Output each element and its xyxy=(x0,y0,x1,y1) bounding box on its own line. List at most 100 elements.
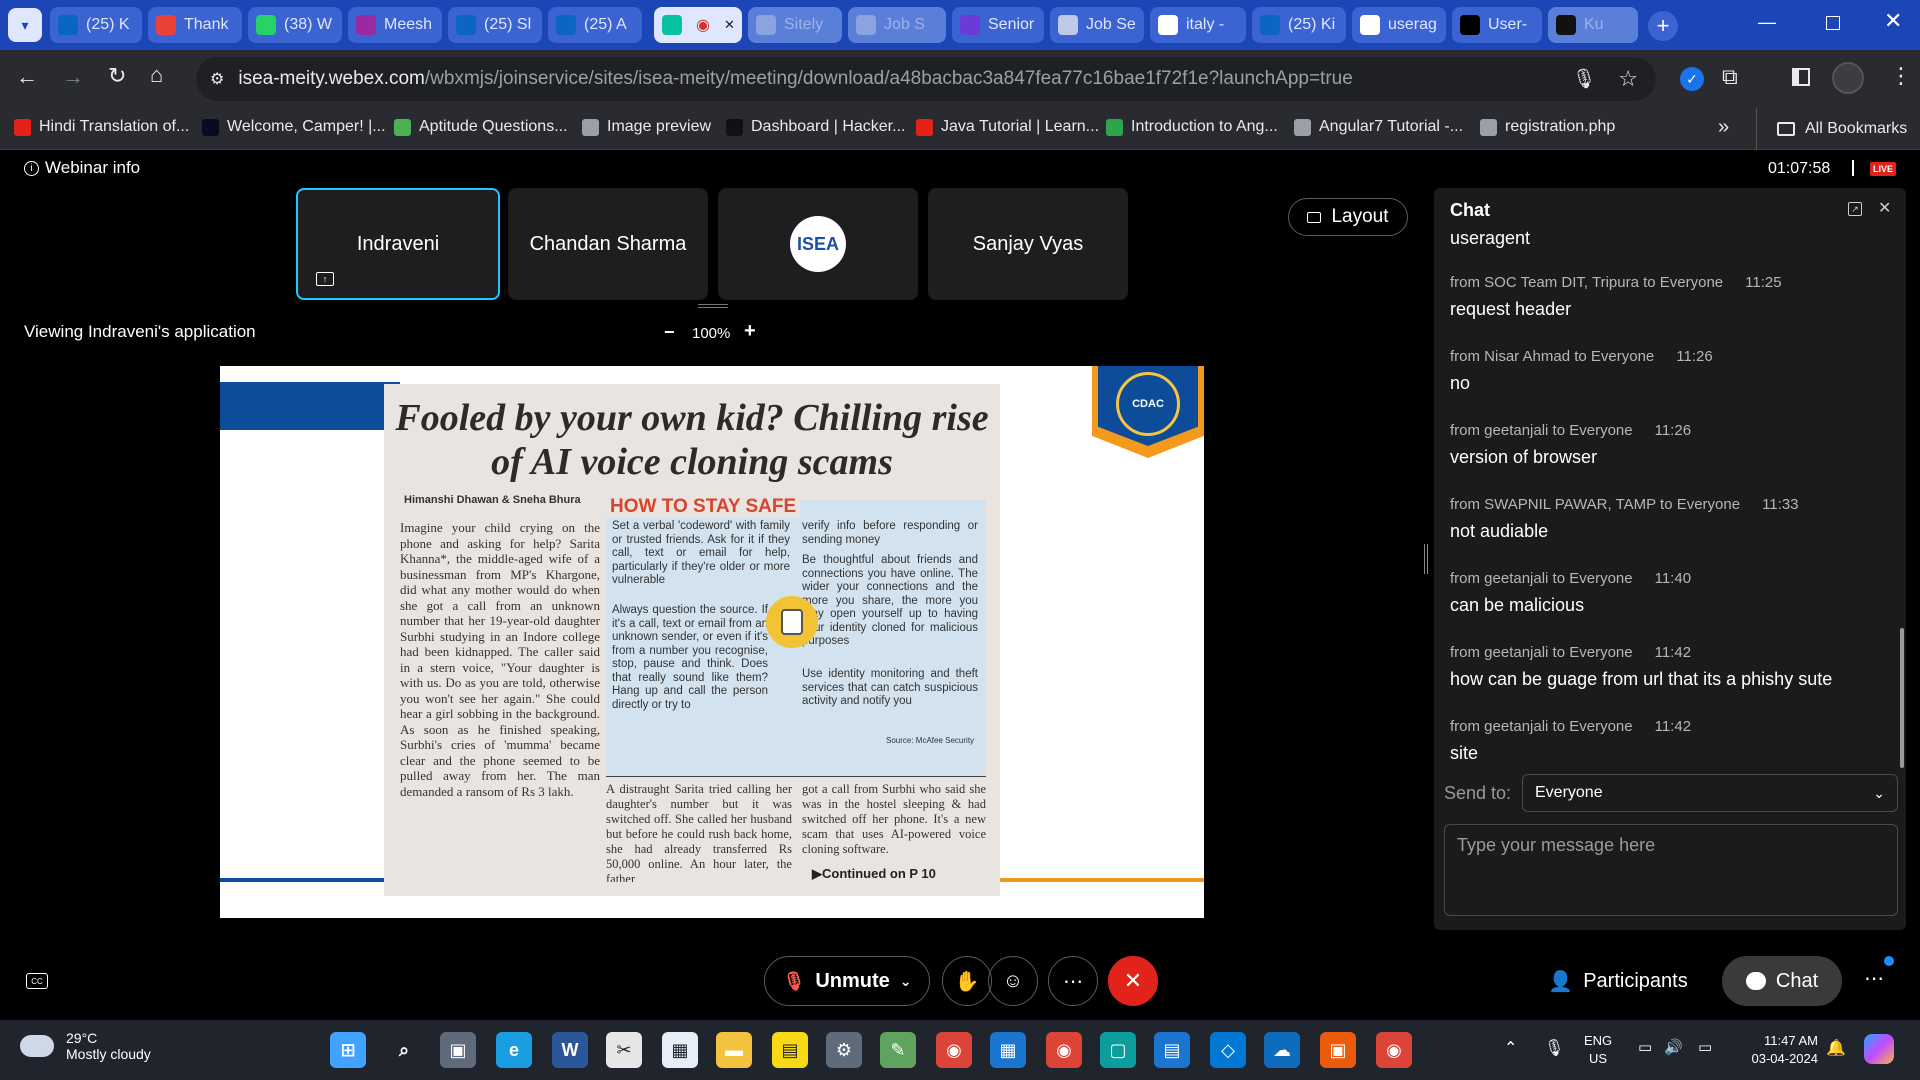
chrome-icon[interactable]: ◉ xyxy=(936,1032,972,1068)
all-bookmarks[interactable]: All Bookmarks xyxy=(1756,108,1907,150)
send-to-dropdown[interactable]: Everyone ⌄ xyxy=(1522,774,1898,812)
bookmarks-overflow-icon[interactable]: » xyxy=(1718,116,1729,139)
browser-tab[interactable]: Job Se xyxy=(1050,7,1144,43)
tray-overflow-icon[interactable]: ⌃ xyxy=(1504,1038,1517,1058)
snip-icon[interactable]: ▢ xyxy=(1100,1032,1136,1068)
start-icon[interactable]: ⊞ xyxy=(330,1032,366,1068)
browser-tab[interactable]: ◉ ✕ xyxy=(654,7,742,43)
clock[interactable]: 11:47 AM 03-04-2024 xyxy=(1740,1032,1819,1068)
browser-tab[interactable]: Sitely xyxy=(748,7,842,43)
captions-icon[interactable]: CC xyxy=(26,973,48,989)
browser-tab[interactable]: (25) Ki xyxy=(1252,7,1346,43)
file-explorer-icon[interactable]: ▬ xyxy=(716,1032,752,1068)
bookmark-item[interactable]: Angular7 Tutorial -... xyxy=(1294,118,1463,136)
extension-check-icon[interactable]: ✓ xyxy=(1680,67,1704,91)
bookmark-item[interactable]: Dashboard | Hacker... xyxy=(726,118,905,136)
browser-tab[interactable]: Ku xyxy=(1548,7,1638,43)
restore-button[interactable] xyxy=(1826,16,1840,30)
tab-search-button[interactable]: ▾ xyxy=(8,8,42,42)
unmute-button[interactable]: 🎙 Unmute ⌄ xyxy=(764,956,930,1006)
camera-icon[interactable]: ▣ xyxy=(440,1032,476,1068)
home-button[interactable]: ⌂ xyxy=(150,62,163,88)
volume-icon[interactable]: 🔊 xyxy=(1664,1038,1683,1056)
chat-message-input[interactable]: Type your message here xyxy=(1444,824,1898,916)
search-icon[interactable]: ⌕ xyxy=(386,1032,422,1068)
network-icon[interactable]: ▭ xyxy=(1638,1038,1652,1056)
store-icon[interactable]: ▦ xyxy=(662,1032,698,1068)
participant-tile-indraveni[interactable]: Indraveni ↑ xyxy=(296,188,500,300)
browser-tab[interactable]: (25) Sl xyxy=(448,7,542,43)
forward-button[interactable]: → xyxy=(62,64,84,90)
back-button[interactable]: ← xyxy=(16,64,38,90)
raise-hand-button[interactable]: ✋ xyxy=(942,956,992,1006)
participant-tile-chandan[interactable]: Chandan Sharma xyxy=(508,188,708,300)
browser-tab[interactable]: userag xyxy=(1352,7,1446,43)
new-tab-button[interactable]: + xyxy=(1648,11,1678,41)
close-chat-icon[interactable]: ✕ xyxy=(1878,198,1891,218)
browser-tab[interactable]: Meesh xyxy=(348,7,442,43)
minimize-button[interactable]: — xyxy=(1758,12,1776,33)
chrome-active-icon[interactable]: ◉ xyxy=(1376,1032,1412,1068)
snipping-tool-icon[interactable]: ✂ xyxy=(606,1032,642,1068)
weather-widget[interactable]: 29°C Mostly cloudy xyxy=(20,1030,151,1062)
close-tab-icon[interactable]: ✕ xyxy=(724,17,735,33)
browser-tab[interactable]: Thank xyxy=(148,7,242,43)
onedrive-icon[interactable]: ☁ xyxy=(1264,1032,1300,1068)
battery-icon[interactable]: ▭ xyxy=(1698,1038,1712,1056)
bookmark-item[interactable]: Introduction to Ang... xyxy=(1106,118,1278,136)
browser-tab[interactable]: Job S xyxy=(848,7,946,43)
panel-resize-handle[interactable] xyxy=(1424,544,1428,574)
bookmark-item[interactable]: Image preview xyxy=(582,118,711,136)
copilot-icon[interactable] xyxy=(1864,1034,1894,1064)
mic-icon[interactable]: 🎙 xyxy=(1572,67,1596,91)
popout-icon[interactable]: ↗ xyxy=(1848,202,1862,216)
browser-tab[interactable]: (25) A xyxy=(548,7,642,43)
bookmark-item[interactable]: Java Tutorial | Learn... xyxy=(916,118,1099,136)
word-icon[interactable]: W xyxy=(552,1032,588,1068)
extensions-icon[interactable]: ⧉ xyxy=(1722,64,1738,90)
bookmark-item[interactable]: registration.php xyxy=(1480,118,1615,136)
leave-meeting-button[interactable]: ✕ xyxy=(1108,956,1158,1006)
bookmark-item[interactable]: Aptitude Questions... xyxy=(394,118,568,136)
bookmark-item[interactable]: Welcome, Camper! |... xyxy=(202,118,386,136)
more-apps-icon[interactable]: ⋯ xyxy=(1864,966,1884,991)
language-indicator[interactable]: ENG US xyxy=(1584,1032,1612,1068)
settings-icon[interactable]: ⚙ xyxy=(826,1032,862,1068)
edge-icon[interactable]: e xyxy=(496,1032,532,1068)
profile-avatar[interactable] xyxy=(1832,62,1864,94)
browser-menu-icon[interactable]: ⋮ xyxy=(1890,63,1912,89)
zoom-out-button[interactable]: − xyxy=(664,322,675,343)
browser-tab[interactable]: Senior xyxy=(952,7,1044,43)
chrome-profile-icon[interactable]: ◉ xyxy=(1046,1032,1082,1068)
participant-tile-isea[interactable]: ISEA xyxy=(718,188,918,300)
url-field[interactable]: ⚙ isea-meity.webex.com/wbxmjs/joinservic… xyxy=(196,57,1656,101)
browser-tab[interactable]: italy - xyxy=(1150,7,1246,43)
chat-button[interactable]: Chat xyxy=(1722,956,1842,1006)
webinar-info-button[interactable]: i Webinar info xyxy=(24,158,140,178)
vscode-icon[interactable]: ◇ xyxy=(1210,1032,1246,1068)
chat-scrollbar[interactable] xyxy=(1900,628,1904,768)
browser-tab[interactable]: User- xyxy=(1452,7,1542,43)
side-panel-icon[interactable] xyxy=(1792,68,1810,86)
participant-tile-sanjay[interactable]: Sanjay Vyas xyxy=(928,188,1128,300)
calendar-icon[interactable]: ▦ xyxy=(990,1032,1026,1068)
layout-button[interactable]: Layout xyxy=(1288,198,1408,236)
site-info-icon[interactable]: ⚙ xyxy=(210,69,224,89)
notification-bell-icon[interactable]: 🔔 xyxy=(1826,1038,1846,1058)
browser-tab[interactable]: (25) K xyxy=(50,7,142,43)
resize-handle[interactable] xyxy=(698,304,728,308)
zoom-in-button[interactable]: + xyxy=(744,320,756,343)
sticky-notes-icon[interactable]: ▤ xyxy=(772,1032,808,1068)
close-window-button[interactable]: ✕ xyxy=(1884,8,1902,34)
office-icon[interactable]: ▣ xyxy=(1320,1032,1356,1068)
reactions-button[interactable]: ☺ xyxy=(988,956,1038,1006)
reload-button[interactable]: ↻ xyxy=(108,63,126,89)
bookmark-star-icon[interactable]: ☆ xyxy=(1618,66,1638,92)
remote-desktop-icon[interactable]: ▤ xyxy=(1154,1032,1190,1068)
tray-mic-icon[interactable]: 🎙 xyxy=(1544,1038,1564,1058)
more-options-button[interactable]: ⋯ xyxy=(1048,956,1098,1006)
browser-tab[interactable]: (38) W xyxy=(248,7,342,43)
participants-button[interactable]: 👤 Participants xyxy=(1538,956,1698,1006)
paint-icon[interactable]: ✎ xyxy=(880,1032,916,1068)
bookmark-item[interactable]: Hindi Translation of... xyxy=(14,118,189,136)
